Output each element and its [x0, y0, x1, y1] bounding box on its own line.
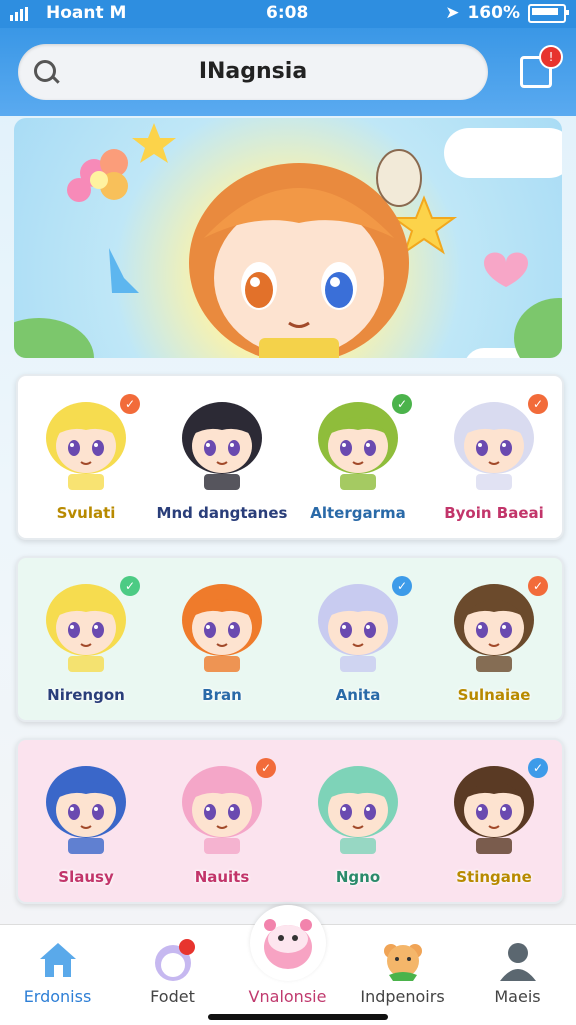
- character-card[interactable]: ✓ Svulati: [18, 376, 154, 538]
- character-card[interactable]: ✓ Nauits: [154, 740, 290, 902]
- character-avatar: [46, 584, 126, 672]
- character-avatar: [454, 584, 534, 672]
- status-badge-icon: ✓: [256, 758, 276, 778]
- tab-fodet[interactable]: Fodet: [115, 925, 230, 1025]
- character-avatar: [454, 402, 534, 490]
- tab-maeis[interactable]: Maeis: [460, 925, 575, 1025]
- character-card[interactable]: Ngno: [290, 740, 426, 902]
- character-name: Ngno: [335, 868, 381, 886]
- character-avatar: [182, 402, 262, 490]
- star-icon: [132, 123, 176, 163]
- center-tab-bubble: [249, 905, 326, 981]
- search-bar[interactable]: INagnsia: [18, 44, 488, 100]
- app-title: INagnsia: [198, 59, 308, 84]
- home-indicator: [208, 1014, 388, 1020]
- cat-icon: [154, 939, 195, 981]
- status-badge-icon: ✓: [392, 394, 412, 414]
- location-icon: ➤: [445, 3, 460, 23]
- bear-icon: [383, 944, 422, 981]
- heart-icon: [484, 252, 528, 287]
- character-name: Anita: [335, 686, 381, 704]
- crystal-icon: [109, 248, 139, 293]
- status-badge-icon: ✓: [528, 576, 548, 596]
- user-icon: [499, 943, 536, 981]
- flower-icon: [67, 149, 128, 202]
- character-name: Byoin Baeai: [444, 504, 544, 522]
- character-avatar: [46, 766, 126, 854]
- tab-vnalonsie[interactable]: Vnalonsie: [230, 905, 345, 1025]
- character-avatar: [318, 402, 398, 490]
- character-avatar: [46, 402, 126, 490]
- character-row-1: ✓ Svulati Mnd dangtanes ✓ Altergarma ✓ Byoin B…: [16, 374, 564, 540]
- home-icon: [39, 943, 76, 977]
- character-avatar: [318, 584, 398, 672]
- character-avatar: [182, 766, 262, 854]
- carrier-name: Hoant M: [46, 3, 127, 23]
- character-card[interactable]: ✓ Sulnaiae: [426, 558, 562, 720]
- tab-home-label: Erdoniss: [23, 987, 92, 1006]
- signal-icon: [10, 7, 28, 21]
- app-header: INagnsia !: [0, 28, 576, 116]
- character-row-3: Slausy ✓ Nauits Ngno ✓ Stingane: [16, 738, 564, 904]
- character-name: Sulnaiae: [457, 686, 531, 704]
- character-name: Nirengon: [47, 686, 125, 704]
- character-name: Bran: [202, 686, 242, 704]
- battery-icon: [528, 3, 569, 23]
- status-badge-icon: ✓: [392, 576, 412, 596]
- character-avatar: [454, 766, 534, 854]
- character-name: Mnd dangtanes: [156, 504, 288, 522]
- status-badge-icon: ✓: [120, 576, 140, 596]
- status-badge-icon: ✓: [528, 758, 548, 778]
- status-badge-icon: ✓: [120, 394, 140, 414]
- character-row-2: ✓ Nirengon Bran ✓ Anita ✓ Sulnaiae: [16, 556, 564, 722]
- character-card[interactable]: ✓ Byoin Baeai: [426, 376, 562, 538]
- character-card[interactable]: ✓ Altergarma: [290, 376, 426, 538]
- notification-button[interactable]: !: [520, 45, 563, 88]
- character-name: Slausy: [58, 868, 114, 886]
- character-card[interactable]: Slausy: [18, 740, 154, 902]
- tab-maeis-label: Maeis: [494, 987, 541, 1006]
- bottom-tab-bar: Erdoniss Fodet Vnalonsie Indpenoirs Maei…: [0, 905, 576, 1025]
- character-card[interactable]: ✓ Stingane: [426, 740, 562, 902]
- tab-home[interactable]: Erdoniss: [0, 925, 115, 1025]
- character-name: Altergarma: [310, 504, 406, 522]
- tab-fodet-label: Fodet: [150, 987, 195, 1006]
- pet-icon: [263, 919, 312, 969]
- character-card[interactable]: Mnd dangtanes: [154, 376, 290, 538]
- status-badge-icon: ✓: [528, 394, 548, 414]
- battery-percent: 160%: [467, 3, 520, 23]
- tab-indpenoirs[interactable]: Indpenoirs: [345, 925, 460, 1025]
- character-avatar: [318, 766, 398, 854]
- character-card[interactable]: ✓ Anita: [290, 558, 426, 720]
- character-name: Nauits: [194, 868, 250, 886]
- character-avatar: [182, 584, 262, 672]
- hero-banner[interactable]: [14, 118, 562, 358]
- character-name: Svulati: [56, 504, 116, 522]
- status-time: 6:08: [266, 3, 309, 23]
- hero-character-art: [67, 123, 528, 358]
- character-card[interactable]: Bran: [154, 558, 290, 720]
- hero-character: [189, 149, 422, 358]
- notification-badge: !: [539, 45, 563, 69]
- tab-vnalonsie-label: Vnalonsie: [248, 987, 327, 1006]
- tab-indpenoirs-label: Indpenoirs: [360, 987, 445, 1006]
- status-bar: Hoant M 6:08 ➤ 160%: [0, 0, 576, 28]
- character-card[interactable]: ✓ Nirengon: [18, 558, 154, 720]
- character-name: Stingane: [456, 868, 532, 886]
